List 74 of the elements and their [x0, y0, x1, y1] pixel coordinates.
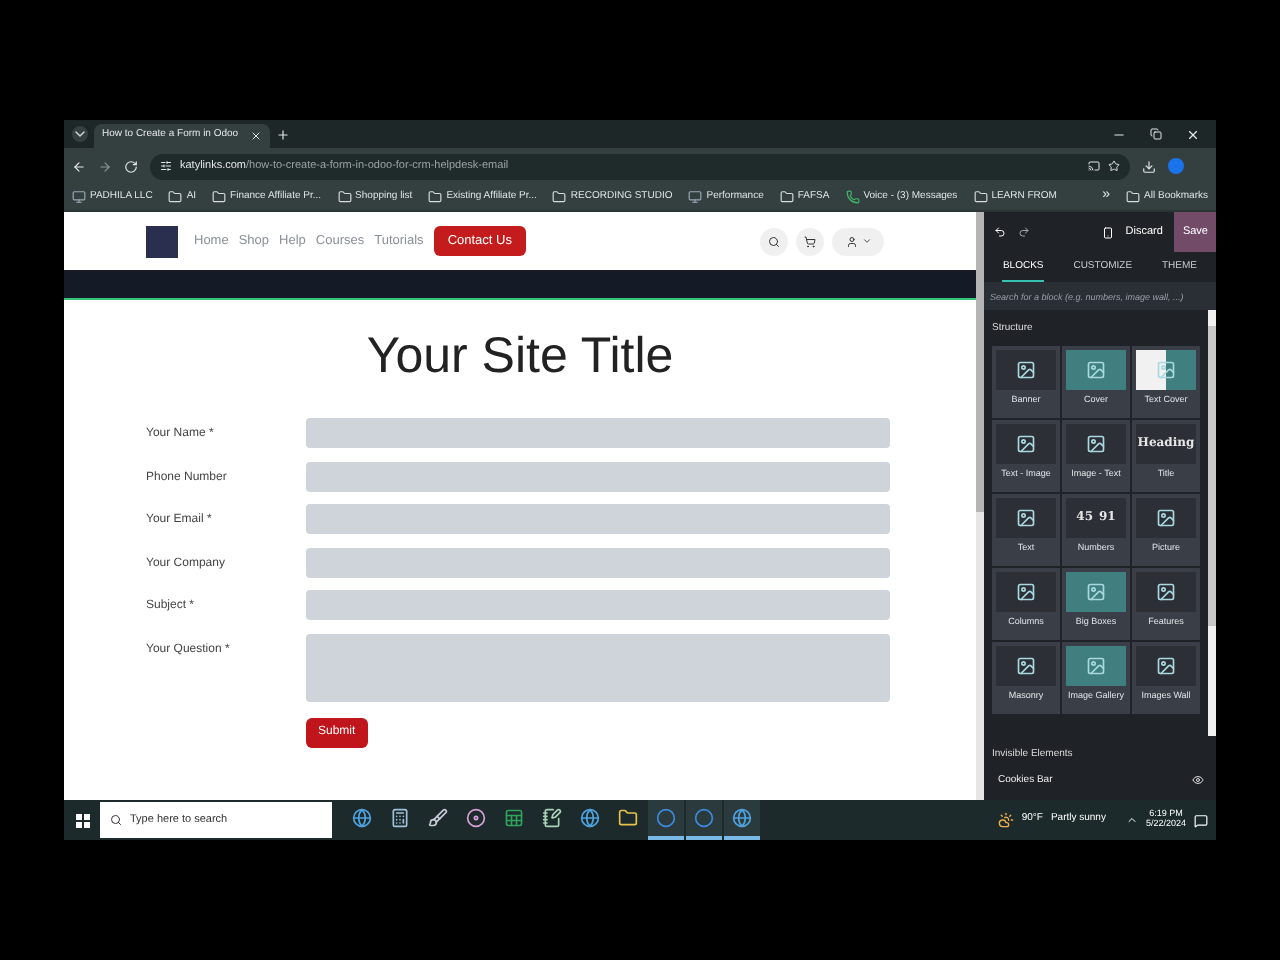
windows-logo-icon	[75, 813, 89, 827]
globe-icon[interactable]	[580, 808, 600, 828]
folder-icon	[973, 190, 988, 204]
weather-icon[interactable]	[997, 812, 1014, 828]
site-icon	[72, 190, 86, 204]
input-field[interactable]	[306, 547, 890, 577]
cart-icon	[804, 235, 816, 247]
textarea-field[interactable]	[306, 633, 890, 701]
folder-icon	[337, 190, 352, 204]
image-icon	[1086, 433, 1106, 453]
spreadsheet-icon[interactable]	[504, 808, 524, 828]
folder-icon	[428, 190, 443, 204]
close-icon[interactable]	[1186, 127, 1200, 141]
input-field[interactable]	[306, 504, 890, 534]
image-icon	[1016, 433, 1036, 453]
reload-icon[interactable]	[124, 159, 138, 173]
tab-list-icon[interactable]	[72, 126, 88, 142]
calculator-icon[interactable]	[390, 808, 410, 828]
image-icon	[1086, 655, 1106, 675]
image-icon	[1016, 507, 1036, 527]
circle-icon[interactable]	[694, 808, 714, 828]
image-icon	[1086, 359, 1106, 379]
back-icon[interactable]	[72, 159, 86, 173]
mobile-preview-icon[interactable]	[1101, 225, 1114, 239]
search-button[interactable]	[760, 227, 788, 255]
search-icon	[768, 235, 780, 247]
new-tab-icon[interactable]	[276, 127, 290, 141]
taskbar-app-button[interactable]	[648, 800, 684, 840]
brush-icon[interactable]	[428, 808, 448, 828]
image-icon	[1156, 581, 1176, 601]
site-settings-icon	[160, 160, 172, 172]
notebook-icon[interactable]	[542, 808, 562, 828]
image-icon	[1016, 655, 1036, 675]
folder-icon	[552, 190, 567, 204]
input-field[interactable]	[306, 461, 890, 491]
globe-icon[interactable]	[352, 808, 372, 828]
site-title: Your Site Title	[364, 332, 676, 382]
folder-icon[interactable]	[618, 808, 638, 828]
input-field[interactable]	[306, 418, 890, 448]
image-icon	[1156, 359, 1176, 379]
site-logo[interactable]	[146, 225, 178, 257]
cast-icon[interactable]	[1088, 160, 1100, 172]
search-icon	[110, 814, 122, 826]
undo-icon[interactable]	[994, 226, 1006, 238]
taskbar-app-button[interactable]	[686, 800, 722, 840]
disc-icon[interactable]	[466, 808, 486, 828]
notifications-icon[interactable]	[1194, 813, 1208, 827]
image-icon	[1086, 581, 1106, 601]
tray-chevron-icon[interactable]	[1125, 814, 1138, 826]
taskbar-app-button[interactable]	[724, 800, 760, 840]
user-menu-button[interactable]	[832, 227, 884, 255]
forward-icon[interactable]	[98, 159, 112, 173]
phone-icon	[845, 190, 860, 204]
user-icon	[845, 235, 857, 247]
folder-icon	[212, 190, 227, 204]
circle-icon[interactable]	[656, 808, 676, 828]
site-icon	[688, 190, 703, 204]
image-icon	[1016, 359, 1036, 379]
folder-icon	[168, 190, 183, 204]
input-field[interactable]	[306, 590, 890, 620]
globe-icon[interactable]	[732, 808, 752, 828]
restore-icon[interactable]	[1150, 128, 1162, 140]
image-icon	[1016, 581, 1036, 601]
redo-icon[interactable]	[1018, 226, 1030, 238]
cart-button[interactable]	[796, 227, 824, 255]
caret-icon	[861, 236, 871, 246]
folder-icon	[779, 190, 794, 204]
eye-icon[interactable]	[1192, 774, 1204, 787]
bookmark-star-icon[interactable]	[1108, 160, 1120, 172]
close-tab-icon[interactable]	[250, 130, 262, 142]
image-icon	[1156, 655, 1176, 675]
folder-icon	[1126, 190, 1141, 204]
download-icon[interactable]	[1142, 159, 1156, 173]
image-icon	[1156, 507, 1176, 527]
